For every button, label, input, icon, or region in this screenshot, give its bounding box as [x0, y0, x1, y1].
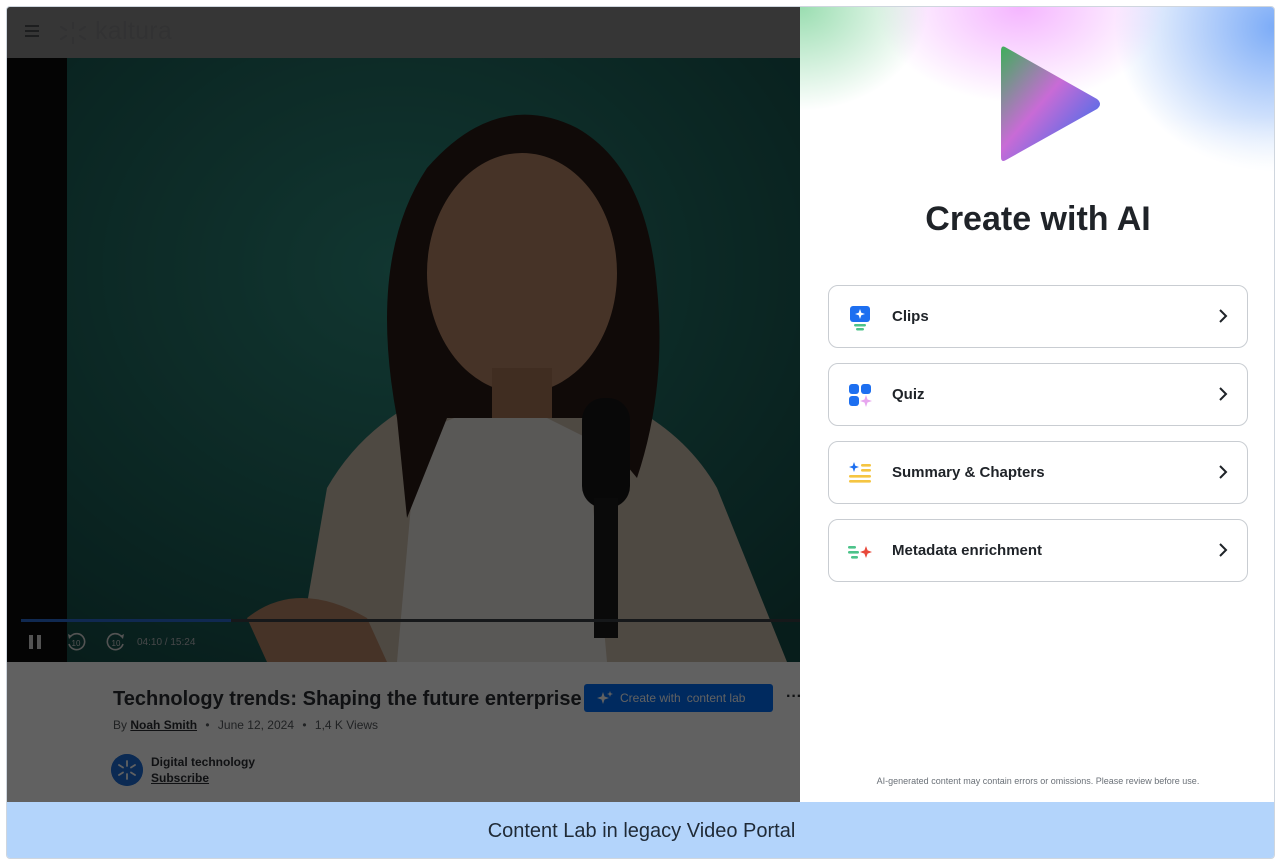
separator: • — [205, 718, 210, 732]
ai-disclaimer: AI-generated content may contain errors … — [876, 776, 1200, 786]
video-portal: kaltura × 10 10 04:10 / 15:24 Technology… — [7, 7, 800, 802]
forward-10-icon[interactable]: 10 — [105, 631, 127, 653]
close-icon[interactable]: × — [763, 23, 779, 43]
progress-bar[interactable] — [21, 619, 800, 622]
video-letterbox — [7, 58, 67, 662]
option-label: Quiz — [892, 386, 925, 403]
rewind-10-icon[interactable]: 10 — [65, 631, 87, 653]
figure-caption: Content Lab in legacy Video Portal — [7, 802, 1274, 858]
view-count: 1,4 K Views — [314, 718, 379, 732]
player-controls: 10 10 04:10 / 15:24 — [7, 630, 407, 658]
summary-icon — [849, 462, 871, 483]
panel-title: Create with AI — [925, 200, 1151, 238]
portal-header: kaltura × — [7, 7, 800, 58]
kaltura-logo-icon — [59, 21, 87, 45]
video-player[interactable]: 10 10 04:10 / 15:24 — [7, 58, 800, 662]
channel-avatar[interactable] — [111, 754, 143, 786]
create-button-label: Create with — [620, 691, 681, 705]
media-byline: By Noah Smith • June 12, 2024 • 1,4 K Vi… — [113, 718, 378, 732]
publish-date: June 12, 2024 — [217, 718, 294, 732]
chevron-right-icon — [1219, 387, 1228, 401]
option-metadata-enrichment[interactable]: Metadata enrichment — [828, 519, 1248, 582]
playback-time: 04:10 / 15:24 — [137, 637, 196, 648]
option-label: Metadata enrichment — [892, 542, 1043, 559]
option-label: Clips — [892, 308, 929, 325]
media-title: Technology trends: Shaping the future en… — [113, 688, 582, 710]
option-label: Summary & Chapters — [892, 464, 1045, 481]
video-frame-image — [67, 58, 800, 662]
quiz-icon — [849, 384, 872, 407]
svg-text:10: 10 — [72, 639, 81, 648]
metadata-icon — [848, 546, 872, 559]
option-summary-chapters[interactable]: Summary & Chapters — [828, 441, 1248, 504]
chevron-right-icon — [1219, 309, 1228, 323]
subscribe-link[interactable]: Subscribe — [151, 771, 209, 785]
create-with-ai-panel: Create with AI Clips Quiz Summary & Chap… — [800, 7, 1274, 802]
chevron-right-icon — [1219, 543, 1228, 557]
menu-icon[interactable] — [25, 25, 39, 37]
svg-text:10: 10 — [112, 639, 121, 648]
clips-icon — [850, 306, 870, 331]
pause-icon[interactable] — [29, 635, 43, 651]
content-lab-play-logo-icon — [1001, 46, 1100, 161]
media-details: Technology trends: Shaping the future en… — [7, 662, 800, 802]
more-options-icon[interactable]: ··· — [786, 688, 800, 706]
logo-text: kaltura — [95, 17, 173, 45]
option-quiz[interactable]: Quiz — [828, 363, 1248, 426]
app-frame: kaltura × 10 10 04:10 / 15:24 Technology… — [6, 6, 1275, 859]
create-button-label-suffix: content lab — [686, 691, 746, 705]
author-link[interactable]: Noah Smith — [130, 718, 197, 732]
progress-fill — [21, 619, 232, 622]
chevron-right-icon — [1219, 465, 1228, 479]
create-with-content-lab-button[interactable]: Create with content lab — [584, 684, 773, 712]
option-clips[interactable]: Clips — [828, 285, 1248, 348]
sparkle-icon — [597, 691, 613, 704]
by-label: By — [113, 718, 128, 732]
ai-options-list: Clips Quiz Summary & Chapters Metadata e… — [828, 285, 1248, 597]
separator: • — [302, 718, 307, 732]
channel-name[interactable]: Digital technology — [151, 755, 255, 769]
